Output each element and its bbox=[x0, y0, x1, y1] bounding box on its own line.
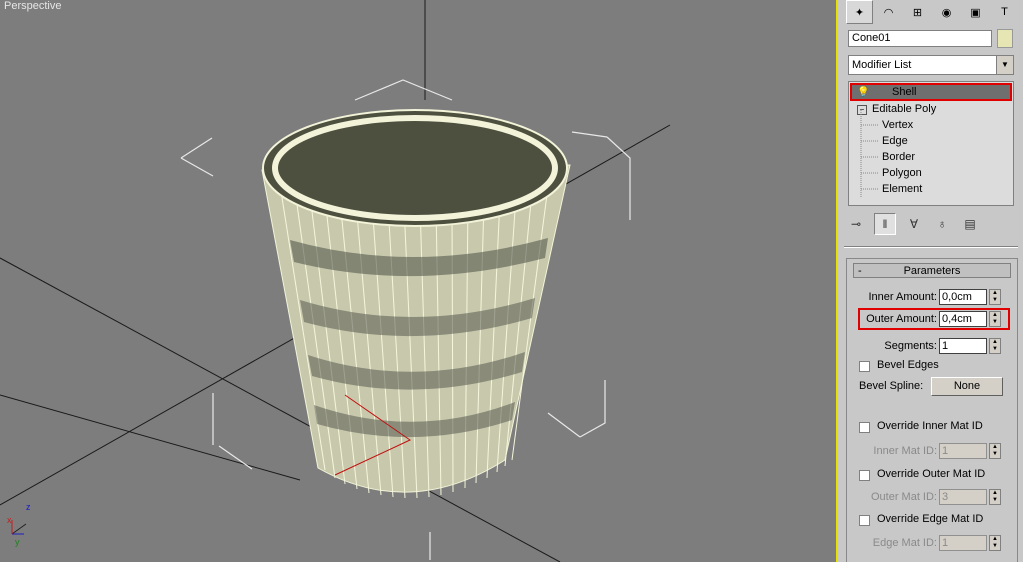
segments-spinner[interactable]: ▲ ▼ bbox=[989, 338, 1001, 354]
rollout-title: Parameters bbox=[903, 265, 961, 277]
axis-y-label: y bbox=[15, 537, 20, 547]
outer-mat-id-label: Outer Mat ID: bbox=[870, 491, 937, 503]
axis-x-label: x bbox=[7, 515, 12, 525]
bevel-edges-label: Bevel Edges bbox=[877, 359, 939, 371]
collapse-icon: - bbox=[858, 265, 862, 277]
command-panel-tabs: ✦ ◠ ⊞ ◉ ▣ T bbox=[846, 0, 1018, 24]
edge-mat-id-spinner[interactable]: ▲ ▼ bbox=[989, 535, 1001, 551]
modifier-list-dropdown[interactable]: Modifier List ▼ bbox=[848, 55, 1014, 75]
subitem-label: Vertex bbox=[882, 119, 914, 131]
stack-item-label: Shell bbox=[892, 86, 917, 98]
axis-z-label: z bbox=[26, 502, 31, 512]
subitem-label: Element bbox=[882, 183, 923, 195]
stack-toolbar: ⊸ ‖ ∀ ♁ ▤ bbox=[846, 212, 1016, 236]
outer-amount-label: Outer Amount: bbox=[866, 313, 937, 325]
override-outer-mat-checkbox[interactable] bbox=[859, 470, 870, 481]
inner-mat-id-field[interactable]: 1 bbox=[939, 443, 987, 459]
panel-divider bbox=[844, 246, 1018, 248]
override-edge-mat-label: Override Edge Mat ID bbox=[877, 513, 984, 525]
parameters-rollout: - Parameters Inner Amount: 0,0cm ▲ ▼ Oute… bbox=[846, 258, 1018, 562]
stack-subitem-border[interactable]: Border bbox=[882, 149, 915, 165]
pin-stack-button[interactable]: ⊸ bbox=[846, 214, 866, 234]
modifier-list-label: Modifier List bbox=[852, 59, 912, 71]
inner-mat-id-row: Inner Mat ID: 1 ▲ ▼ bbox=[847, 443, 1019, 461]
inner-amount-spinner[interactable]: ▲ ▼ bbox=[989, 289, 1001, 305]
configure-icon: ▤ bbox=[964, 217, 976, 231]
remove-modifier-button[interactable]: ♁ bbox=[932, 214, 952, 234]
inner-mat-id-spinner[interactable]: ▲ ▼ bbox=[989, 443, 1001, 459]
override-inner-mat-label: Override Inner Mat ID bbox=[877, 420, 983, 432]
stack-subitem-vertex[interactable]: Vertex bbox=[882, 117, 913, 133]
command-panel: ✦ ◠ ⊞ ◉ ▣ T Cone01 Modifier List ▼ 💡 She… bbox=[838, 0, 1023, 562]
inner-amount-field[interactable]: 0,0cm bbox=[939, 289, 987, 305]
display-tab[interactable]: ▣ bbox=[962, 0, 989, 24]
create-tab[interactable]: ✦ bbox=[846, 0, 873, 24]
basket-mesh bbox=[261, 109, 571, 499]
subitem-label: Border bbox=[882, 151, 916, 163]
bevel-spline-button[interactable]: None bbox=[931, 377, 1003, 396]
stack-item-shell[interactable]: 💡 Shell bbox=[850, 83, 1012, 101]
trash-icon: ♁ bbox=[937, 217, 947, 231]
configure-sets-button[interactable]: ▤ bbox=[960, 214, 980, 234]
chevron-down-icon[interactable]: ▼ bbox=[996, 56, 1013, 74]
bevel-spline-label: Bevel Spline: bbox=[859, 380, 924, 392]
outer-amount-row: Outer Amount: 0,4cm ▲ ▼ bbox=[847, 311, 1019, 329]
override-outer-mat-label: Override Outer Mat ID bbox=[877, 468, 986, 480]
create-icon: ✦ bbox=[854, 6, 865, 19]
object-color-swatch[interactable] bbox=[997, 29, 1013, 48]
viewport-label[interactable]: Perspective bbox=[4, 0, 61, 12]
subitem-label: Edge bbox=[882, 135, 908, 147]
segments-field[interactable]: 1 bbox=[939, 338, 987, 354]
object-name-field[interactable]: Cone01 bbox=[848, 30, 992, 47]
pin-icon: ⊸ bbox=[850, 217, 862, 231]
segments-row: Segments: 1 ▲ ▼ bbox=[847, 338, 1019, 356]
inner-mat-id-label: Inner Mat ID: bbox=[873, 445, 937, 457]
outer-mat-id-spinner[interactable]: ▲ ▼ bbox=[989, 489, 1001, 505]
edge-mat-id-label: Edge Mat ID: bbox=[872, 537, 937, 549]
viewport-canvas: z x y bbox=[0, 0, 671, 562]
outer-amount-field[interactable]: 0,4cm bbox=[939, 311, 987, 327]
display-icon: ▣ bbox=[970, 6, 981, 19]
stack-subitem-edge[interactable]: Edge bbox=[882, 133, 908, 149]
stack-item-label: Editable Poly bbox=[872, 103, 937, 115]
motion-tab[interactable]: ◉ bbox=[933, 0, 960, 24]
bevel-edges-checkbox[interactable] bbox=[859, 361, 870, 372]
outer-amount-spinner[interactable]: ▲ ▼ bbox=[989, 311, 1001, 327]
override-inner-mat-checkbox[interactable] bbox=[859, 422, 870, 433]
modifier-stack: 💡 Shell − Editable Poly Vertex Edge Borde… bbox=[848, 81, 1014, 206]
inner-amount-label: Inner Amount: bbox=[868, 291, 938, 303]
modify-icon: ◠ bbox=[883, 6, 894, 19]
perspective-viewport[interactable]: z x y Perspective bbox=[0, 0, 838, 562]
lightbulb-icon[interactable]: 💡 bbox=[857, 85, 869, 101]
axis-tripod: z x y bbox=[7, 502, 31, 547]
override-edge-mat-checkbox[interactable] bbox=[859, 515, 870, 526]
make-unique-button[interactable]: ∀ bbox=[904, 214, 924, 234]
make-unique-icon: ∀ bbox=[909, 217, 919, 231]
utilities-icon: T bbox=[1001, 6, 1008, 18]
utilities-tab[interactable]: T bbox=[991, 0, 1018, 24]
stack-subitem-polygon[interactable]: Polygon bbox=[882, 165, 922, 181]
inner-amount-row: Inner Amount: 0,0cm ▲ ▼ bbox=[847, 289, 1019, 307]
hierarchy-icon: ⊞ bbox=[912, 6, 923, 19]
parameters-rollout-header[interactable]: - Parameters bbox=[853, 263, 1011, 278]
outer-mat-id-field[interactable]: 3 bbox=[939, 489, 987, 505]
segments-label: Segments: bbox=[884, 340, 937, 352]
end-result-icon: ‖ bbox=[882, 217, 888, 231]
subitem-label: Polygon bbox=[882, 167, 922, 179]
edge-mat-id-row: Edge Mat ID: 1 ▲ ▼ bbox=[847, 535, 1019, 553]
stack-subitem-element[interactable]: Element bbox=[882, 181, 922, 197]
hierarchy-tab[interactable]: ⊞ bbox=[904, 0, 931, 24]
edge-mat-id-field[interactable]: 1 bbox=[939, 535, 987, 551]
modify-tab[interactable]: ◠ bbox=[875, 0, 902, 24]
outer-mat-id-row: Outer Mat ID: 3 ▲ ▼ bbox=[847, 489, 1019, 507]
motion-icon: ◉ bbox=[941, 6, 952, 19]
tree-lines bbox=[860, 110, 879, 197]
show-end-result-button[interactable]: ‖ bbox=[874, 213, 896, 235]
